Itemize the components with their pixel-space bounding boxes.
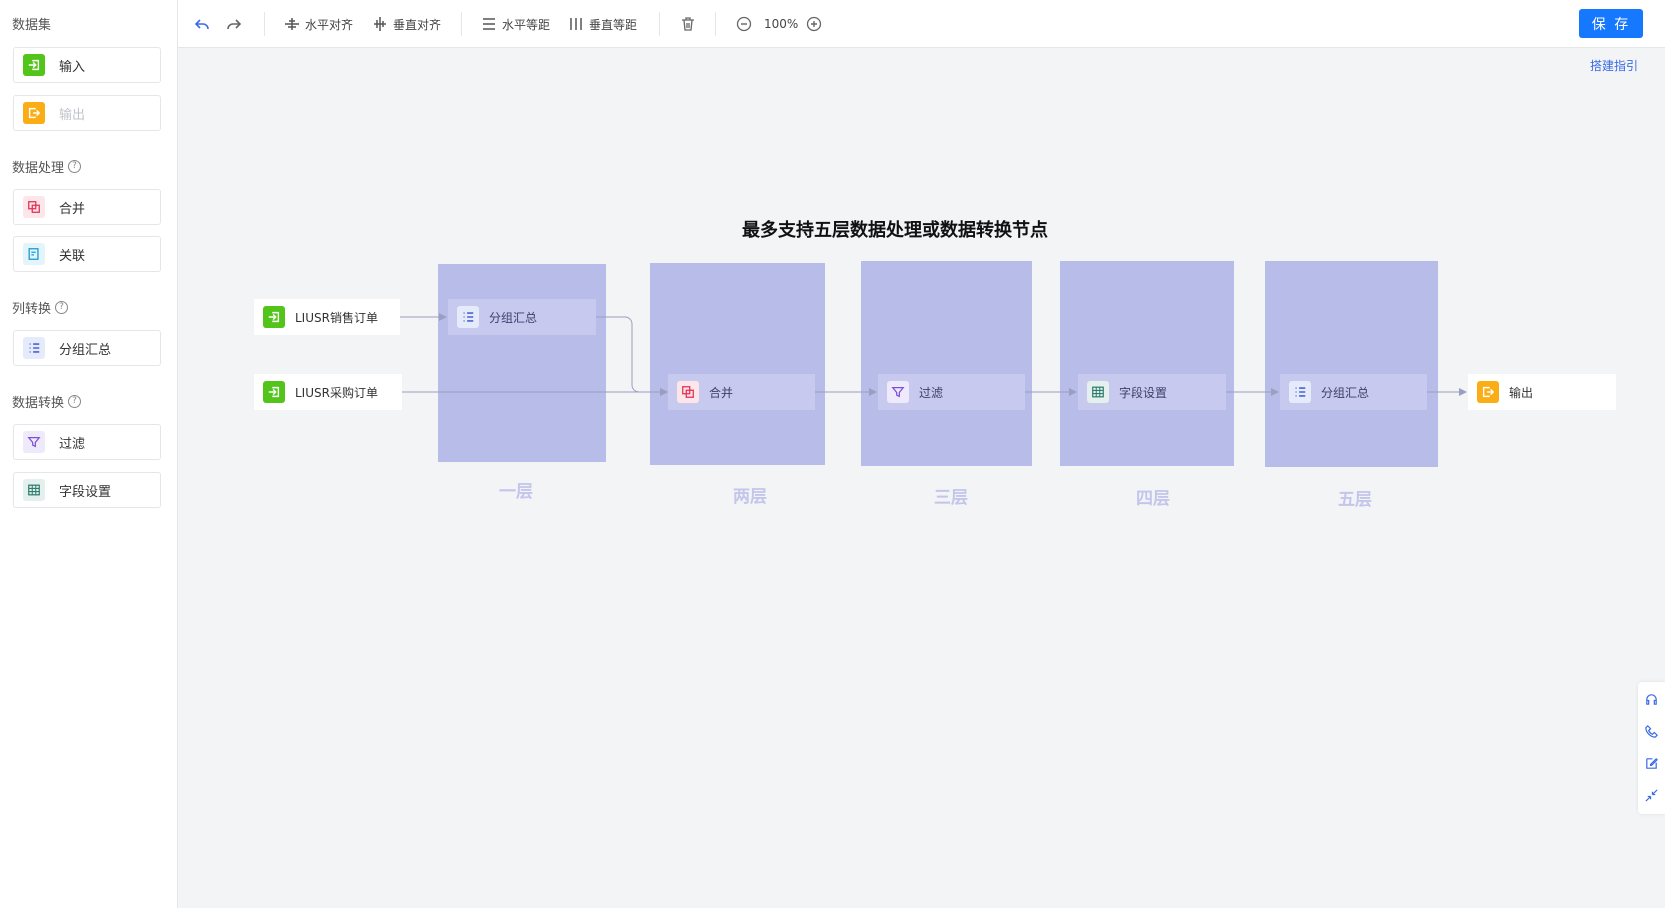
trash-icon: [682, 17, 694, 31]
zoom-out-icon: [736, 16, 752, 32]
horizontal-spacing-button[interactable]: 水平等距: [481, 13, 550, 35]
toolbar-divider: [715, 12, 716, 36]
section-title-dataset: 数据集: [12, 18, 52, 33]
sidebar-item-label: 过滤: [59, 436, 86, 452]
undo-button[interactable]: [194, 13, 210, 35]
sidebar-item-output[interactable]: 输出: [13, 95, 161, 131]
help-icon[interactable]: ?: [68, 395, 82, 408]
sidebar-item-label: 输出: [59, 107, 86, 123]
redo-button[interactable]: [226, 13, 242, 35]
diagram-title: 最多支持五层数据处理或数据转换节点: [742, 220, 1048, 241]
relate-icon: [23, 243, 45, 265]
node-output[interactable]: 输出: [1468, 374, 1616, 410]
delete-button[interactable]: [680, 13, 696, 35]
toolbar-divider: [659, 12, 660, 36]
toolbar-divider: [461, 12, 462, 36]
layer-box-2: [650, 263, 825, 465]
node-label: 字段设置: [1119, 385, 1168, 400]
vertical-align-icon: [374, 17, 386, 31]
sidebar-item-group[interactable]: 分组汇总: [13, 330, 161, 366]
node-label: LIUSR采购订单: [295, 385, 378, 400]
zoom-level: 100%: [764, 17, 799, 31]
input-icon: [263, 381, 285, 403]
node-group-summary-1[interactable]: 分组汇总: [448, 299, 596, 335]
merge-icon: [677, 381, 699, 403]
horizontal-spacing-icon: [483, 18, 495, 30]
layer-box-3: [861, 261, 1032, 466]
sidebar-item-fields[interactable]: 字段设置: [13, 472, 161, 508]
headset-icon[interactable]: [1644, 692, 1659, 707]
layer-label-1: 一层: [499, 482, 533, 502]
node-filter[interactable]: 过滤: [878, 374, 1025, 410]
vertical-spacing-icon: [570, 18, 582, 30]
layer-label-2: 两层: [733, 487, 767, 507]
output-icon: [1477, 381, 1499, 403]
node-label: 过滤: [919, 385, 944, 400]
sidebar-item-label: 关联: [59, 248, 86, 264]
node-label: 输出: [1509, 385, 1534, 400]
sidebar-item-label: 分组汇总: [59, 342, 112, 358]
vertical-spacing-button[interactable]: 垂直等距: [568, 13, 637, 35]
undo-icon: [194, 19, 209, 30]
layer-box-4: [1060, 261, 1234, 466]
table-icon: [1087, 381, 1109, 403]
sidebar-item-label: 字段设置: [59, 484, 112, 500]
zoom-in-icon: [806, 16, 822, 32]
component-sidebar: 数据集 输入 输出 数据处理 ? 合并 关联 列转换 ? 分组汇总 数据转换 ?…: [0, 0, 178, 908]
node-label: 分组汇总: [489, 310, 538, 325]
layer-box-1: [438, 264, 606, 462]
redo-icon: [227, 19, 242, 30]
group-summary-icon: [23, 337, 45, 359]
horizontal-align-button[interactable]: 水平对齐: [284, 13, 353, 35]
group-summary-icon: [457, 306, 479, 328]
edit-icon[interactable]: [1644, 756, 1659, 771]
group-summary-icon: [1289, 381, 1311, 403]
sidebar-item-label: 输入: [59, 59, 86, 75]
node-group-summary-2[interactable]: 分组汇总: [1280, 374, 1427, 410]
node-merge[interactable]: 合并: [668, 374, 815, 410]
filter-icon: [887, 381, 909, 403]
sidebar-item-relate[interactable]: 关联: [13, 236, 161, 272]
node-label: LIUSR销售订单: [295, 310, 378, 325]
toolbar: 水平对齐 垂直对齐 水平等距 垂直等距 100%: [178, 0, 1665, 48]
input-icon: [23, 54, 45, 76]
sidebar-item-filter[interactable]: 过滤: [13, 424, 161, 460]
node-field-settings[interactable]: 字段设置: [1078, 374, 1226, 410]
zoom-in-button[interactable]: [806, 13, 822, 35]
sidebar-item-label: 合并: [59, 201, 86, 217]
floating-tool-panel: [1638, 682, 1665, 814]
node-purchase-order[interactable]: LIUSR采购订单: [254, 374, 402, 410]
sidebar-item-merge[interactable]: 合并: [13, 189, 161, 225]
layer-box-5: [1265, 261, 1438, 467]
node-label: 分组汇总: [1321, 385, 1370, 400]
horizontal-align-icon: [285, 18, 299, 30]
layer-label-5: 五层: [1338, 490, 1372, 510]
phone-icon[interactable]: [1644, 724, 1659, 739]
vertical-align-button[interactable]: 垂直对齐: [372, 13, 441, 35]
output-icon: [23, 102, 45, 124]
merge-icon: [23, 196, 45, 218]
table-icon: [23, 479, 45, 501]
node-sales-order[interactable]: LIUSR销售订单: [254, 299, 400, 335]
help-icon[interactable]: ?: [55, 301, 69, 314]
section-title-processing: 数据处理 ?: [12, 157, 82, 176]
section-title-column: 列转换 ?: [12, 298, 69, 317]
sidebar-item-input[interactable]: 输入: [13, 47, 161, 83]
build-guide-link[interactable]: 搭建指引: [1590, 57, 1638, 74]
save-button[interactable]: 保 存: [1579, 9, 1643, 38]
section-title-transform: 数据转换 ?: [12, 392, 82, 411]
layer-label-4: 四层: [1136, 489, 1170, 509]
filter-icon: [23, 431, 45, 453]
input-icon: [263, 306, 285, 328]
collapse-icon[interactable]: [1644, 788, 1659, 803]
help-icon[interactable]: ?: [68, 160, 82, 173]
layer-label-3: 三层: [934, 488, 968, 508]
toolbar-divider: [264, 12, 265, 36]
zoom-out-button[interactable]: [736, 13, 752, 35]
node-label: 合并: [709, 385, 734, 400]
